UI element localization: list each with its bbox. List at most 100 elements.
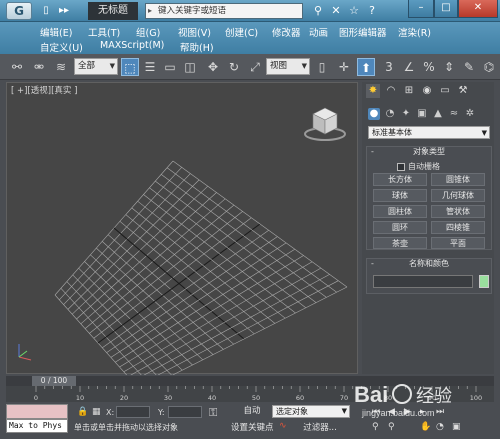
lights-icon[interactable]: ✦: [400, 108, 412, 120]
cameras-icon[interactable]: ▣: [416, 108, 428, 120]
viewport-label[interactable]: [ +][透视][真实 ]: [11, 84, 77, 96]
maxscript-mini-listener[interactable]: Max to Phys: [6, 419, 68, 433]
link-icon[interactable]: ⚯: [8, 58, 26, 76]
window-crossing-icon[interactable]: ◫: [181, 58, 199, 76]
close-button[interactable]: ✕: [458, 0, 498, 18]
object-name-input[interactable]: [373, 275, 473, 288]
motion-tab-icon[interactable]: ◉: [420, 84, 434, 98]
modify-tab-icon[interactable]: ◠: [384, 84, 398, 98]
maxscript-listener-pink[interactable]: [6, 404, 68, 419]
track-bar[interactable]: 0 10 20 30 40 50 60 70 80 90 100: [6, 386, 494, 402]
keyboard-shortcut-override-icon[interactable]: ⬆: [357, 58, 375, 76]
selection-filter-dropdown[interactable]: 全部 ▼: [74, 58, 118, 75]
menu-views[interactable]: 视图(V): [178, 25, 211, 39]
pyramid-button[interactable]: 四棱锥: [431, 221, 485, 234]
menu-rendering[interactable]: 渲染(R): [398, 25, 431, 39]
name-color-header[interactable]: - 名称和颜色: [367, 259, 491, 270]
minimize-button[interactable]: –: [408, 0, 434, 18]
shapes-icon[interactable]: ◔: [384, 108, 396, 120]
geometry-icon[interactable]: ●: [368, 108, 380, 120]
sphere-button[interactable]: 球体: [373, 189, 427, 202]
time-slider[interactable]: 0 / 100: [6, 376, 494, 386]
menu-create[interactable]: 创建(C): [225, 25, 258, 39]
menu-edit[interactable]: 编辑(E): [40, 25, 72, 39]
create-tab-icon[interactable]: ✸: [366, 84, 380, 98]
cylinder-button[interactable]: 圆柱体: [373, 205, 427, 218]
auto-key-button[interactable]: 自动: [236, 405, 268, 418]
help-icon[interactable]: ?: [364, 3, 380, 19]
go-to-start-icon[interactable]: ⏮: [372, 407, 380, 417]
time-slider-thumb[interactable]: 0 / 100: [32, 376, 76, 386]
snaps-toggle-icon[interactable]: 3: [380, 58, 398, 76]
helpers-icon[interactable]: ▲: [432, 108, 444, 120]
box-button[interactable]: 长方体: [373, 173, 427, 186]
key-filter-dropdown[interactable]: 选定对象 ▼: [272, 405, 350, 418]
autogrid-checkbox[interactable]: 自动栅格: [397, 161, 440, 172]
menu-maxscript[interactable]: MAXScript(M): [100, 40, 164, 51]
zoom-all-icon[interactable]: ⚲: [388, 422, 395, 432]
object-color-swatch[interactable]: [479, 275, 489, 288]
orbit-icon[interactable]: ◔: [436, 422, 444, 432]
object-type-header[interactable]: - 对象类型: [367, 147, 491, 158]
angle-snap-icon[interactable]: ∠: [400, 58, 418, 76]
menu-group[interactable]: 组(G): [136, 25, 160, 39]
key-icon[interactable]: ⚿: [209, 406, 217, 420]
percent-snap-icon[interactable]: %: [420, 58, 438, 76]
next-frame-icon[interactable]: ▸: [420, 407, 425, 417]
rotate-icon[interactable]: ↻: [225, 58, 243, 76]
menu-customize[interactable]: 自定义(U): [40, 40, 83, 54]
spinner-snap-icon[interactable]: ⇕: [440, 58, 458, 76]
teapot-button[interactable]: 茶壶: [373, 237, 427, 249]
viewcube-icon[interactable]: [303, 103, 347, 143]
menu-graph-editors[interactable]: 图形编辑器: [339, 25, 387, 39]
search-input[interactable]: ▸ 键入关键字或短语: [145, 3, 303, 19]
spacewarps-icon[interactable]: ≈: [448, 108, 460, 120]
bind-spacewarp-icon[interactable]: ≋: [52, 58, 70, 76]
absolute-mode-icon[interactable]: ▦: [92, 407, 101, 417]
select-manipulate-icon[interactable]: ✛: [335, 58, 353, 76]
scale-icon[interactable]: ⤢: [246, 58, 264, 76]
torus-button[interactable]: 圆环: [373, 221, 427, 234]
select-object-icon[interactable]: ⬚: [121, 58, 139, 76]
hierarchy-tab-icon[interactable]: ⊞: [402, 84, 416, 98]
quick-access-more-icon[interactable]: ▸▸: [56, 3, 72, 19]
lock-icon[interactable]: 🔒: [77, 407, 88, 417]
set-key-button[interactable]: 设置关键点: [231, 421, 274, 433]
menu-modifiers[interactable]: 修改器: [272, 25, 301, 39]
pan-icon[interactable]: ✋: [420, 422, 431, 432]
select-by-name-icon[interactable]: ☰: [141, 58, 159, 76]
x-coord-input[interactable]: [116, 406, 150, 418]
reference-coord-dropdown[interactable]: 视图 ▼: [266, 58, 310, 75]
star-icon[interactable]: ☆: [346, 3, 362, 19]
utilities-tab-icon[interactable]: ⚒: [456, 84, 470, 98]
mirror-icon[interactable]: ⌬: [480, 58, 498, 76]
previous-frame-icon[interactable]: ◀: [388, 407, 395, 417]
y-coord-input[interactable]: [168, 406, 202, 418]
binoculars-icon[interactable]: ⚲: [310, 3, 326, 19]
tube-button[interactable]: 管状体: [431, 205, 485, 218]
geosphere-button[interactable]: 几何球体: [431, 189, 485, 202]
unlink-icon[interactable]: ⚮: [30, 58, 48, 76]
maximize-button[interactable]: □: [434, 0, 458, 18]
key-filters-button[interactable]: 过滤器...: [300, 421, 340, 434]
menu-tools[interactable]: 工具(T): [88, 25, 120, 39]
cone-button[interactable]: 圆锥体: [431, 173, 485, 186]
play-icon[interactable]: ▶: [404, 407, 411, 417]
tools-icon[interactable]: ✕: [328, 3, 344, 19]
maximize-viewport-icon[interactable]: ▣: [452, 422, 461, 432]
pivot-center-icon[interactable]: ▯: [313, 58, 331, 76]
menu-animation[interactable]: 动画: [309, 25, 328, 39]
move-icon[interactable]: ✥: [204, 58, 222, 76]
display-tab-icon[interactable]: ▭: [438, 84, 452, 98]
systems-icon[interactable]: ✲: [464, 108, 476, 120]
zoom-icon[interactable]: ⚲: [372, 422, 379, 432]
new-file-icon[interactable]: ▯: [38, 3, 54, 19]
app-logo-button[interactable]: G: [6, 2, 32, 20]
primitive-type-dropdown[interactable]: 标准基本体 ▼: [368, 126, 490, 139]
go-to-end-icon[interactable]: ⏭: [436, 407, 444, 417]
rectangle-selection-icon[interactable]: ▭: [161, 58, 179, 76]
named-selection-icon[interactable]: ✎: [460, 58, 478, 76]
plane-button[interactable]: 平面: [431, 237, 485, 249]
key-mode-icon[interactable]: ∿: [279, 421, 287, 431]
menu-help[interactable]: 帮助(H): [180, 40, 214, 54]
